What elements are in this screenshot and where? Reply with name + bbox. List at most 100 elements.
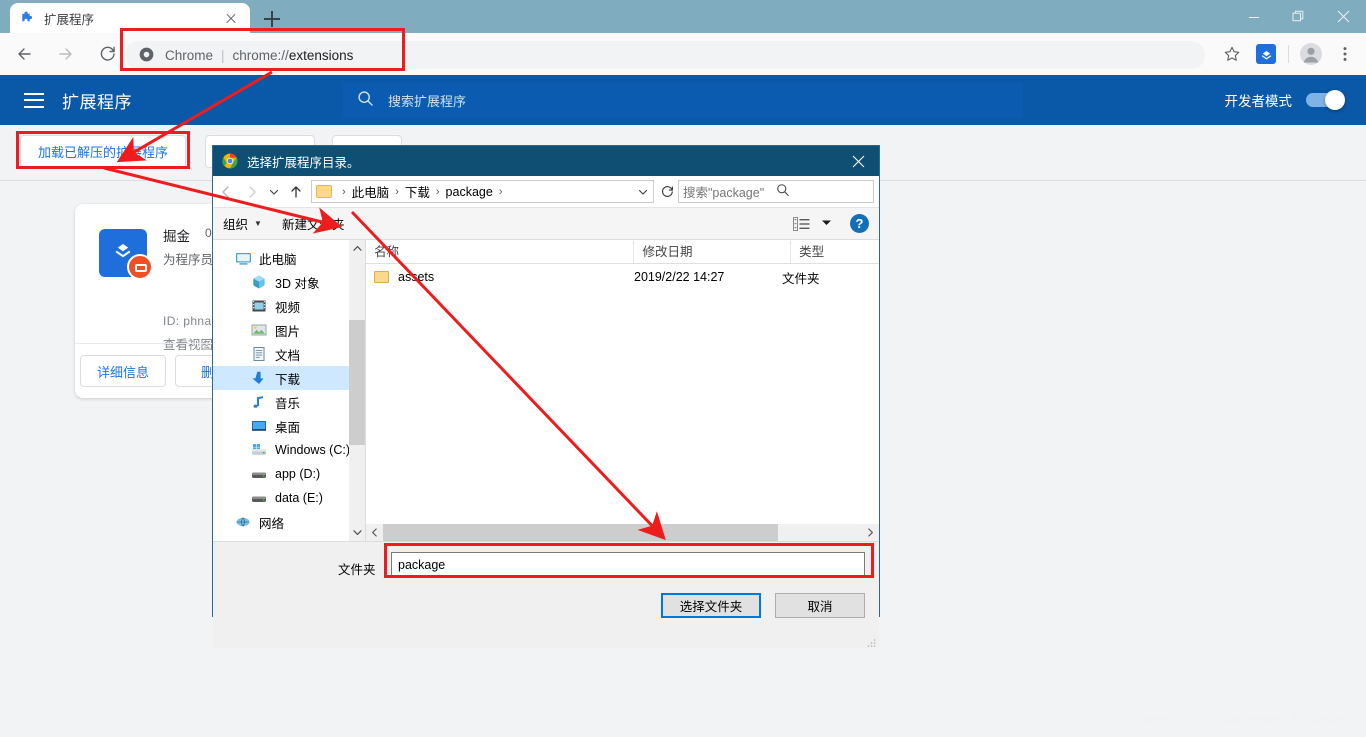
dialog-search-input[interactable]: 搜索"package" <box>678 180 874 203</box>
file-list-header: 名称 修改日期 类型 <box>366 240 879 264</box>
arrow-right-icon[interactable] <box>48 36 84 72</box>
file-name: assets <box>398 270 435 284</box>
three-dots-menu-icon[interactable] <box>1328 37 1362 71</box>
list-view-icon[interactable] <box>793 216 811 231</box>
tree-item-data-e[interactable]: data (E:) <box>213 486 365 510</box>
folder-tree: 此电脑 3D 对象 视频 图片 文档 下载 音乐 桌面 Windows (C:)… <box>213 240 365 534</box>
tree-item-label: data (E:) <box>275 491 323 505</box>
scrollbar-track[interactable] <box>383 524 862 541</box>
cancel-button[interactable]: 取消 <box>775 593 865 618</box>
minimize-icon[interactable] <box>1231 0 1276 33</box>
tree-item-documents[interactable]: 文档 <box>213 342 365 366</box>
file-list-hscrollbar[interactable] <box>366 524 879 541</box>
tree-item-pictures[interactable]: 图片 <box>213 318 365 342</box>
file-modified: 2019/2/22 14:27 <box>634 270 725 284</box>
scroll-right-arrow[interactable] <box>862 524 879 541</box>
breadcrumb[interactable]: › 此电脑 › 下载 › package › <box>311 180 654 203</box>
tree-item-label: app (D:) <box>275 467 321 481</box>
scrollbar-thumb[interactable] <box>383 524 778 541</box>
tree-item-label: 此电脑 <box>259 252 297 267</box>
chevron-down-icon[interactable] <box>821 215 832 233</box>
tree-item-label: 音乐 <box>275 396 301 411</box>
reload-icon[interactable] <box>90 36 126 72</box>
column-header-name[interactable]: 名称 <box>366 241 633 263</box>
chevron-down-icon[interactable] <box>635 187 651 197</box>
details-button[interactable]: 详细信息 <box>80 355 166 387</box>
omnibox-scheme-label: Chrome <box>165 47 214 63</box>
pictures-icon <box>251 322 268 339</box>
scrollbar-thumb[interactable] <box>349 320 365 445</box>
arrow-up-icon[interactable] <box>283 176 309 208</box>
breadcrumb-separator: › <box>395 185 399 198</box>
close-icon[interactable] <box>222 9 240 27</box>
windows-drive-icon <box>251 442 268 459</box>
view-controls: ? <box>793 214 879 233</box>
arrow-right-icon[interactable] <box>239 176 265 208</box>
tree-item-label: 下载 <box>275 372 301 387</box>
arrow-left-icon[interactable] <box>213 176 239 208</box>
close-icon[interactable] <box>1321 0 1366 33</box>
breadcrumb-item-0[interactable]: 此电脑 <box>352 182 390 201</box>
organize-menu-button[interactable]: 组织 ▼ <box>213 208 272 240</box>
load-unpacked-button[interactable]: 加载已解压的扩展程序 <box>20 135 186 168</box>
folder-picker-dialog: 选择扩展程序目录。 › 此电脑 › 下载 › package › 搜索"pack… <box>212 145 880 648</box>
hamburger-menu-icon[interactable] <box>24 92 44 108</box>
close-icon[interactable] <box>837 146 879 176</box>
network-icon <box>235 514 252 531</box>
dialog-body: 此电脑 3D 对象 视频 图片 文档 下载 音乐 桌面 Windows (C:)… <box>213 240 879 541</box>
scroll-left-arrow[interactable] <box>366 524 383 541</box>
chevron-down-icon[interactable] <box>265 176 283 208</box>
restore-icon[interactable] <box>1276 0 1321 33</box>
help-icon[interactable]: ? <box>850 214 869 233</box>
toolbar-divider <box>1288 45 1289 63</box>
tab-strip: 扩展程序 <box>0 0 1366 33</box>
tree-item-network[interactable]: 网络 <box>213 510 365 534</box>
browser-tab[interactable]: 扩展程序 <box>10 3 250 33</box>
navigation-pane: 此电脑 3D 对象 视频 图片 文档 下载 音乐 桌面 Windows (C:)… <box>213 240 365 541</box>
tree-item-app-d[interactable]: app (D:) <box>213 462 365 486</box>
arrow-left-icon[interactable] <box>6 36 42 72</box>
table-row[interactable]: assets 2019/2/22 14:27 文件夹 <box>366 264 879 290</box>
computer-icon <box>235 250 252 267</box>
tree-item-label: 视频 <box>275 300 301 315</box>
tree-item-windows-c[interactable]: Windows (C:) <box>213 438 365 462</box>
scroll-up-arrow[interactable] <box>349 240 365 257</box>
folder-icon <box>374 271 389 283</box>
column-header-type[interactable]: 类型 <box>790 241 879 263</box>
breadcrumb-item-2[interactable]: package <box>446 185 493 199</box>
folder-name-input[interactable]: package <box>391 552 865 578</box>
drive-icon <box>251 490 268 507</box>
address-bar[interactable]: Chrome | chrome://extensions <box>125 41 1205 69</box>
juejin-extension-icon[interactable] <box>1249 37 1283 71</box>
search-input[interactable]: 搜索扩展程序 <box>343 83 1023 118</box>
omnibox-url: chrome://extensions <box>233 48 354 63</box>
tree-item-label: 文档 <box>275 348 301 363</box>
tree-item-downloads[interactable]: 下载 <box>213 366 365 390</box>
tree-item-videos[interactable]: 视频 <box>213 294 365 318</box>
column-header-modified[interactable]: 修改日期 <box>633 241 790 263</box>
music-icon <box>251 394 268 411</box>
dialog-title: 选择扩展程序目录。 <box>247 155 360 170</box>
resize-grip[interactable] <box>866 635 876 647</box>
omnibox-separator: | <box>221 47 225 63</box>
select-folder-button[interactable]: 选择文件夹 <box>661 593 761 618</box>
dev-mode-toggle[interactable] <box>1306 90 1345 110</box>
extensions-header: 扩展程序 搜索扩展程序 开发者模式 <box>0 75 1366 125</box>
nav-pane-scrollbar[interactable] <box>349 240 365 541</box>
tree-item-desktop[interactable]: 桌面 <box>213 414 365 438</box>
star-icon[interactable] <box>1215 37 1249 71</box>
new-tab-button[interactable] <box>258 6 286 32</box>
documents-icon <box>251 346 268 363</box>
tree-item-music[interactable]: 音乐 <box>213 390 365 414</box>
refresh-icon[interactable] <box>656 176 678 208</box>
scroll-down-arrow[interactable] <box>349 524 365 541</box>
folder-icon <box>316 185 332 198</box>
avatar-icon[interactable] <box>1294 37 1328 71</box>
new-folder-button[interactable]: 新建文件夹 <box>272 208 355 240</box>
extension-badge-icon <box>127 254 153 280</box>
tree-item-this-pc[interactable]: 此电脑 <box>213 246 365 270</box>
breadcrumb-item-1[interactable]: 下载 <box>405 182 430 201</box>
tree-item-3d-objects[interactable]: 3D 对象 <box>213 270 365 294</box>
dialog-search-placeholder: 搜索"package" <box>683 186 765 200</box>
breadcrumb-separator: › <box>342 185 346 198</box>
